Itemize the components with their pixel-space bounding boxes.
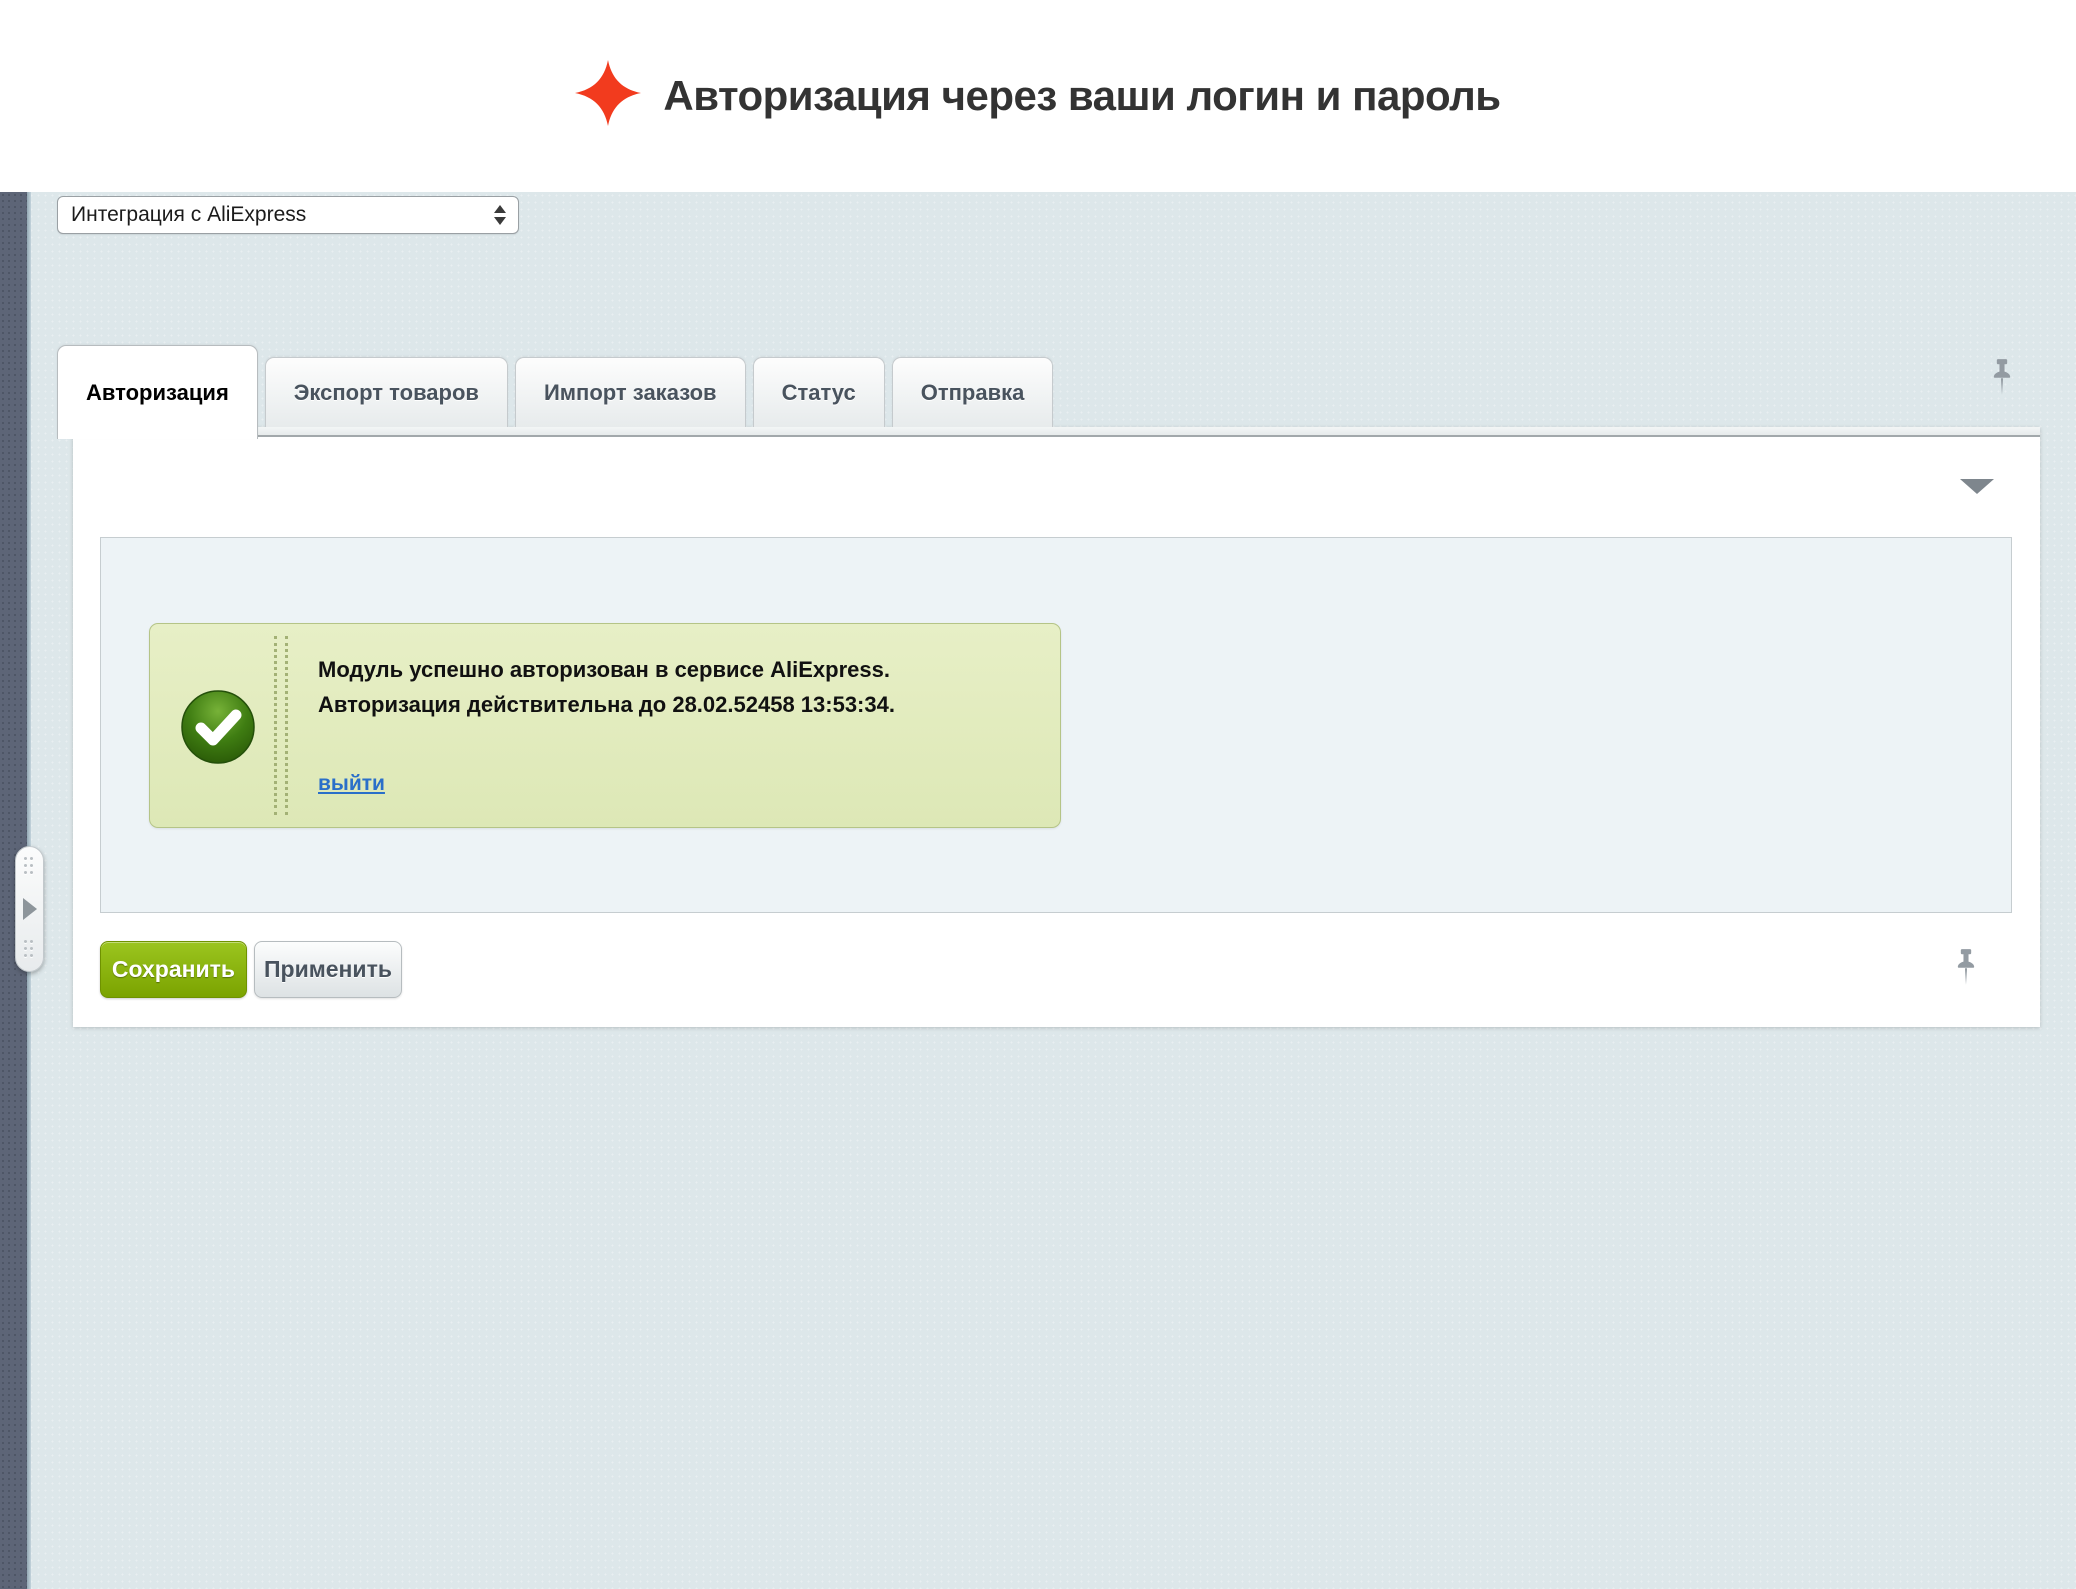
success-message-box: Модуль успешно авторизован в сервисе Ali… [149, 623, 1061, 828]
pushpin-icon[interactable] [1990, 358, 2014, 404]
tab-authorization[interactable]: Авторизация [57, 345, 258, 439]
dotted-divider [274, 636, 288, 815]
logout-link[interactable]: выйти [318, 772, 385, 796]
action-buttons: Сохранить Применить [100, 941, 402, 998]
page-title: Авторизация через ваши логин и пароль [663, 72, 1500, 120]
tab-content-panel: Модуль успешно авторизован в сервисе Ali… [73, 427, 2040, 1027]
module-select-value: Интеграция с AliExpress [58, 203, 494, 227]
success-message-text: Модуль успешно авторизован в сервисе Ali… [318, 652, 1028, 722]
tab-shipping[interactable]: Отправка [892, 357, 1054, 427]
sparkle-star-icon [575, 57, 641, 129]
tab-import-orders[interactable]: Импорт заказов [515, 357, 746, 427]
select-stepper-icon [494, 205, 506, 225]
pushpin-icon[interactable] [1954, 948, 1978, 994]
page: Авторизация через ваши логин и пароль Ин… [0, 0, 2076, 1589]
success-check-icon [180, 689, 256, 765]
tab-bar: Авторизация Экспорт товаров Импорт заказ… [57, 345, 1060, 439]
authorization-section: Модуль успешно авторизован в сервисе Ali… [100, 537, 2012, 913]
tab-status[interactable]: Статус [753, 357, 885, 427]
grip-dots [24, 940, 36, 961]
success-message-line1: Модуль успешно авторизован в сервисе Ali… [318, 652, 1028, 687]
success-message-line2: Авторизация действительна до 28.02.52458… [318, 687, 1028, 722]
save-button[interactable]: Сохранить [100, 941, 247, 998]
collapse-section-icon[interactable] [1960, 479, 1994, 494]
module-select[interactable]: Интеграция с AliExpress [57, 196, 519, 234]
grip-dots [24, 857, 36, 878]
expand-arrow-icon [23, 898, 37, 920]
tab-export-products[interactable]: Экспорт товаров [265, 357, 508, 427]
page-header: Авторизация через ваши логин и пароль [0, 0, 2076, 192]
workspace: Интеграция с AliExpress Авторизация Эксп… [0, 192, 2076, 1589]
apply-button[interactable]: Применить [254, 941, 402, 998]
sidebar-expand-handle[interactable] [15, 846, 44, 972]
